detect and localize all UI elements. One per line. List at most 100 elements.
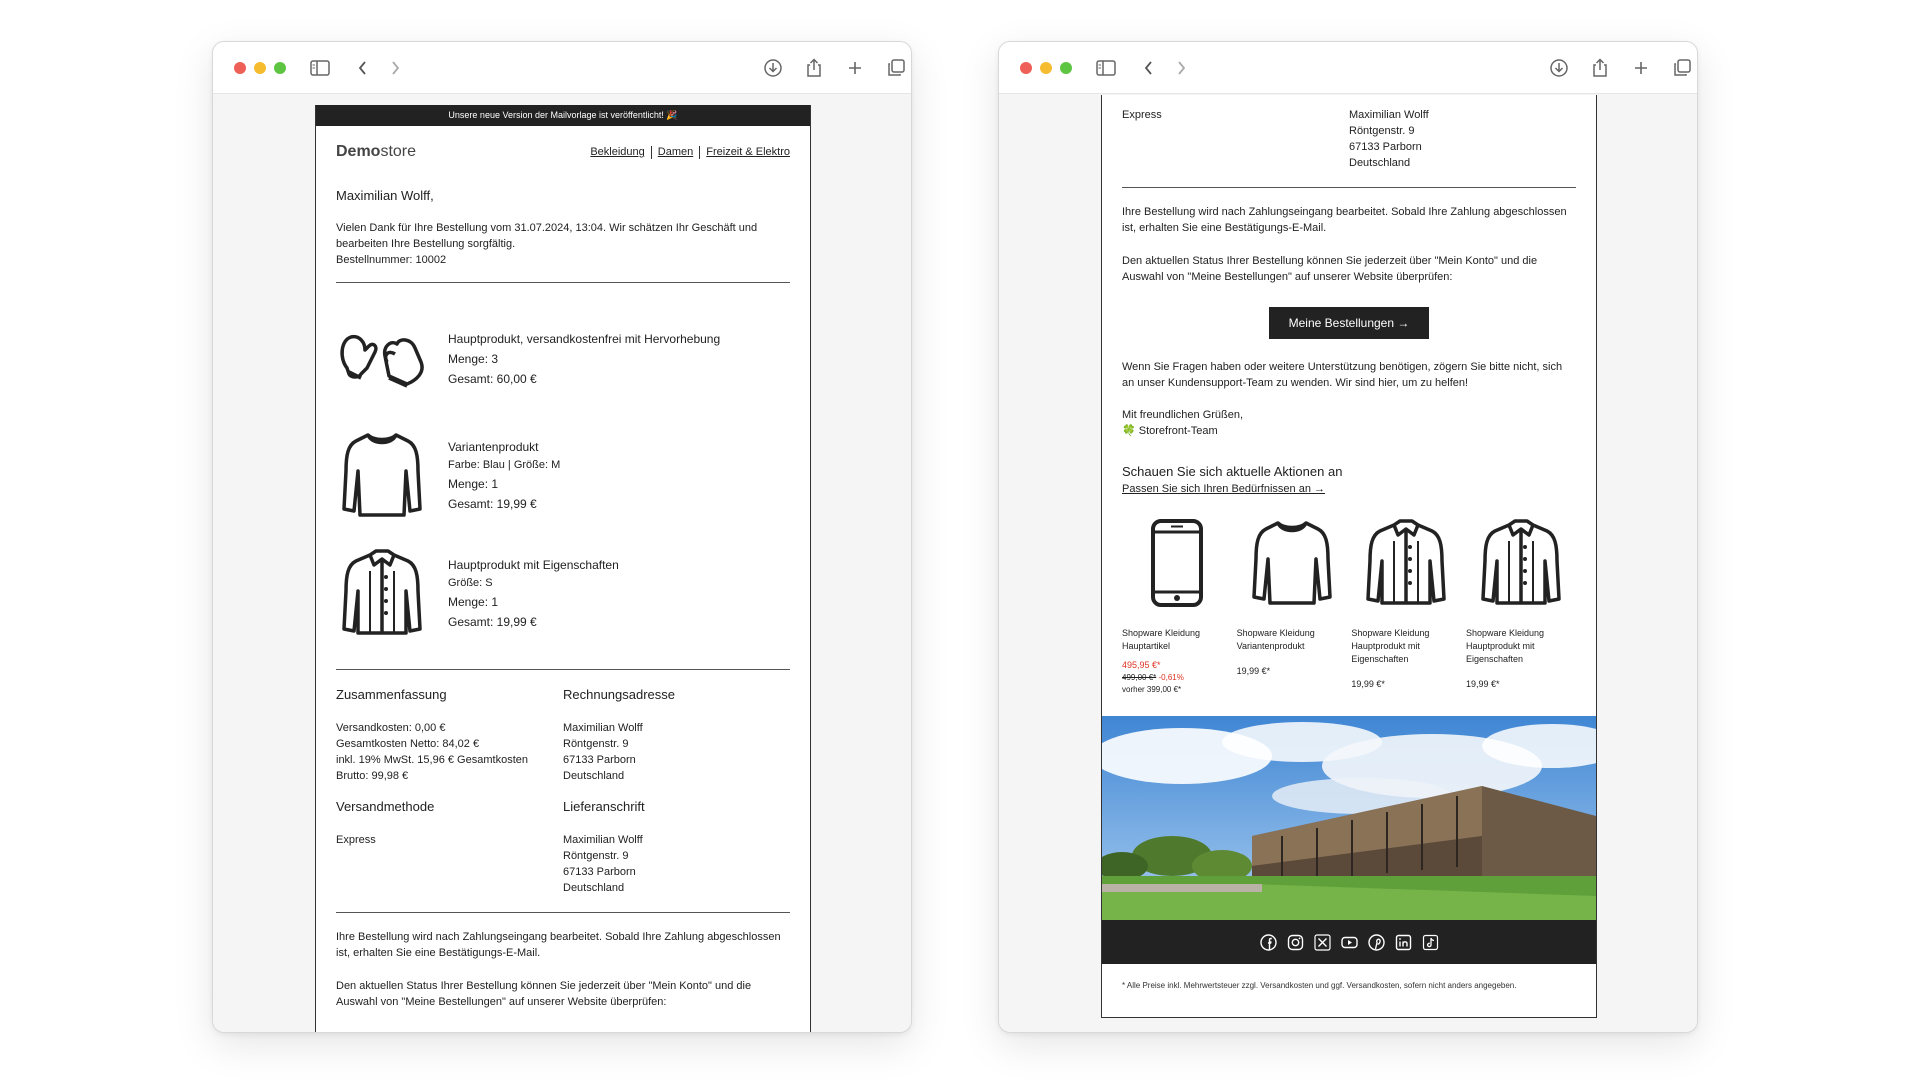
item-variant: Größe: S bbox=[448, 576, 493, 589]
address-line: 67133 Parborn bbox=[563, 866, 636, 878]
browser-toolbar bbox=[213, 42, 911, 94]
address-line: Deutschland bbox=[563, 882, 625, 894]
nav-link-freizeit-elektro[interactable]: Freizeit & Elektro bbox=[706, 146, 790, 158]
product-name: Shopware Kleidung Hauptprodukt mit Eigen… bbox=[1351, 628, 1430, 664]
linkedin-icon[interactable] bbox=[1395, 934, 1412, 951]
item-quantity: Menge: 1 bbox=[448, 476, 499, 491]
shipping-method-heading: Versandmethode bbox=[336, 799, 435, 814]
forward-icon[interactable] bbox=[1168, 55, 1194, 81]
zoom-window-button[interactable] bbox=[1060, 62, 1072, 74]
support-text: Wenn Sie Fragen haben oder weitere Unter… bbox=[1122, 361, 1563, 389]
product-card[interactable]: Shopware Kleidung Variantenprodukt 19,99… bbox=[1237, 511, 1347, 696]
pinterest-icon[interactable] bbox=[1367, 933, 1385, 951]
divider bbox=[336, 282, 790, 283]
product-discount: -0,61% bbox=[1158, 673, 1184, 682]
sidebar-toggle-icon[interactable] bbox=[1093, 55, 1119, 81]
facebook-icon[interactable] bbox=[1259, 933, 1277, 951]
address-line: Deutschland bbox=[563, 770, 625, 782]
back-icon[interactable] bbox=[350, 55, 376, 81]
product-before-price: vorher 399,00 €* bbox=[1122, 685, 1182, 694]
product-card[interactable]: Shopware Kleidung Hauptprodukt mit Eigen… bbox=[1466, 511, 1576, 696]
order-item: Hauptprodukt mit Eigenschaften Größe: S … bbox=[336, 545, 790, 641]
browser-window-left: Unsere neue Version der Mailvorlage ist … bbox=[212, 41, 912, 1033]
zoom-window-button[interactable] bbox=[274, 62, 286, 74]
new-tab-icon[interactable] bbox=[1628, 55, 1654, 81]
promo-link[interactable]: Passen Sie sich Ihren Bedürfnissen an → bbox=[1122, 481, 1576, 497]
item-quantity: Menge: 3 bbox=[448, 352, 499, 366]
nav-link-damen[interactable]: Damen bbox=[658, 146, 693, 158]
download-icon[interactable] bbox=[760, 55, 786, 81]
product-price: 19,99 €* bbox=[1465, 679, 1500, 689]
x-icon[interactable] bbox=[1313, 933, 1331, 951]
jacket-icon bbox=[1466, 511, 1576, 615]
share-icon[interactable] bbox=[801, 55, 827, 81]
address-line: 67133 Parborn bbox=[563, 754, 636, 766]
item-total: Gesamt: 60,00 € bbox=[448, 372, 537, 386]
share-icon[interactable] bbox=[1587, 55, 1613, 81]
announcement-banner: Unsere neue Version der Mailvorlage ist … bbox=[316, 105, 810, 126]
youtube-icon[interactable] bbox=[1340, 934, 1358, 951]
promo-heading: Schauen Sie sich aktuelle Aktionen an bbox=[1122, 464, 1343, 479]
summary-line: Versandkosten: 0,00 € bbox=[336, 722, 446, 734]
order-status-text: Den aktuellen Status Ihrer Bestellung kö… bbox=[1122, 255, 1538, 283]
instagram-icon[interactable] bbox=[1287, 934, 1304, 951]
item-variant: Farbe: Blau | Größe: M bbox=[448, 458, 561, 471]
forward-icon[interactable] bbox=[382, 55, 408, 81]
item-title: Hauptprodukt, versandkostenfrei mit Herv… bbox=[448, 332, 721, 346]
page-viewport: Unsere neue Version der Mailvorlage ist … bbox=[213, 95, 911, 1032]
tab-overview-icon[interactable] bbox=[883, 55, 909, 81]
payment-info-text: Ihre Bestellung wird nach Zahlungseingan… bbox=[336, 931, 781, 959]
price-footnote: * Alle Preise inkl. Mehrwertsteuer zzgl.… bbox=[1122, 981, 1517, 990]
sidebar-toggle-icon[interactable] bbox=[307, 55, 333, 81]
browser-window-right: Express Maximilian Wolff Röntgenstr. 9 6… bbox=[998, 41, 1698, 1033]
browser-toolbar bbox=[999, 42, 1697, 94]
item-total: Gesamt: 19,99 € bbox=[448, 496, 537, 511]
product-old-price: 499,00 €* bbox=[1122, 673, 1157, 682]
address-line: Maximilian Wolff bbox=[563, 722, 643, 734]
product-price: 495,95 €* bbox=[1122, 660, 1161, 670]
nav-link-bekleidung[interactable]: Bekleidung bbox=[590, 146, 644, 158]
item-quantity: Menge: 1 bbox=[448, 594, 499, 609]
order-number: Bestellnummer: 10002 bbox=[336, 254, 447, 266]
page-viewport: Express Maximilian Wolff Röntgenstr. 9 6… bbox=[999, 95, 1697, 1032]
jacket-icon bbox=[336, 545, 428, 641]
email-body: Express Maximilian Wolff Röntgenstr. 9 6… bbox=[1101, 95, 1597, 1018]
download-icon[interactable] bbox=[1546, 55, 1572, 81]
product-name: Shopware Kleidung Hauptartikel bbox=[1122, 628, 1201, 651]
intro-text: Vielen Dank für Ihre Bestellung vom 31.0… bbox=[336, 222, 758, 250]
sweater-icon bbox=[336, 427, 428, 523]
shipping-method: Express bbox=[336, 834, 376, 846]
billing-heading: Rechnungsadresse bbox=[563, 687, 676, 702]
product-card[interactable]: Shopware Kleidung Hauptartikel 495,95 €*… bbox=[1122, 511, 1232, 696]
address-line: Röntgenstr. 9 bbox=[563, 738, 629, 750]
email-body: Unsere neue Version der Mailvorlage ist … bbox=[315, 105, 811, 1032]
back-icon[interactable] bbox=[1136, 55, 1162, 81]
product-name: Shopware Kleidung Hauptprodukt mit Eigen… bbox=[1465, 628, 1545, 664]
item-total: Gesamt: 19,99 € bbox=[448, 614, 537, 629]
product-card[interactable]: Shopware Kleidung Hauptprodukt mit Eigen… bbox=[1351, 511, 1461, 696]
divider bbox=[1122, 187, 1576, 188]
shipping-method: Express bbox=[1122, 109, 1162, 121]
close-window-button[interactable] bbox=[1020, 62, 1032, 74]
summary-line: inkl. 19% MwSt. 15,96 € Gesamtkosten bbox=[336, 754, 528, 766]
greeting: Maximilian Wolff, bbox=[336, 188, 434, 203]
address-line: Röntgenstr. 9 bbox=[563, 850, 629, 862]
item-title: Variantenprodukt bbox=[448, 439, 539, 454]
my-orders-button[interactable]: Meine Bestellungen → bbox=[1268, 307, 1430, 339]
minimize-window-button[interactable] bbox=[1040, 62, 1052, 74]
tiktok-icon[interactable] bbox=[1422, 934, 1439, 951]
address-line: Maximilian Wolff bbox=[1349, 109, 1429, 121]
order-item: Hauptprodukt, versandkostenfrei mit Herv… bbox=[336, 311, 790, 407]
address-line: Röntgenstr. 9 bbox=[1349, 125, 1415, 137]
minimize-window-button[interactable] bbox=[254, 62, 266, 74]
order-status-text: Den aktuellen Status Ihrer Bestellung kö… bbox=[336, 980, 752, 1008]
store-logo[interactable]: Demostore bbox=[336, 143, 416, 161]
closing-text: Mit freundlichen Grüßen, bbox=[1122, 409, 1244, 421]
address-line: Deutschland bbox=[1349, 157, 1411, 169]
new-tab-icon[interactable] bbox=[842, 55, 868, 81]
summary-line: Gesamtkosten Netto: 84,02 € bbox=[336, 738, 480, 750]
tab-overview-icon[interactable] bbox=[1669, 55, 1695, 81]
divider bbox=[336, 912, 790, 913]
close-window-button[interactable] bbox=[234, 62, 246, 74]
mittens-icon bbox=[336, 311, 428, 407]
